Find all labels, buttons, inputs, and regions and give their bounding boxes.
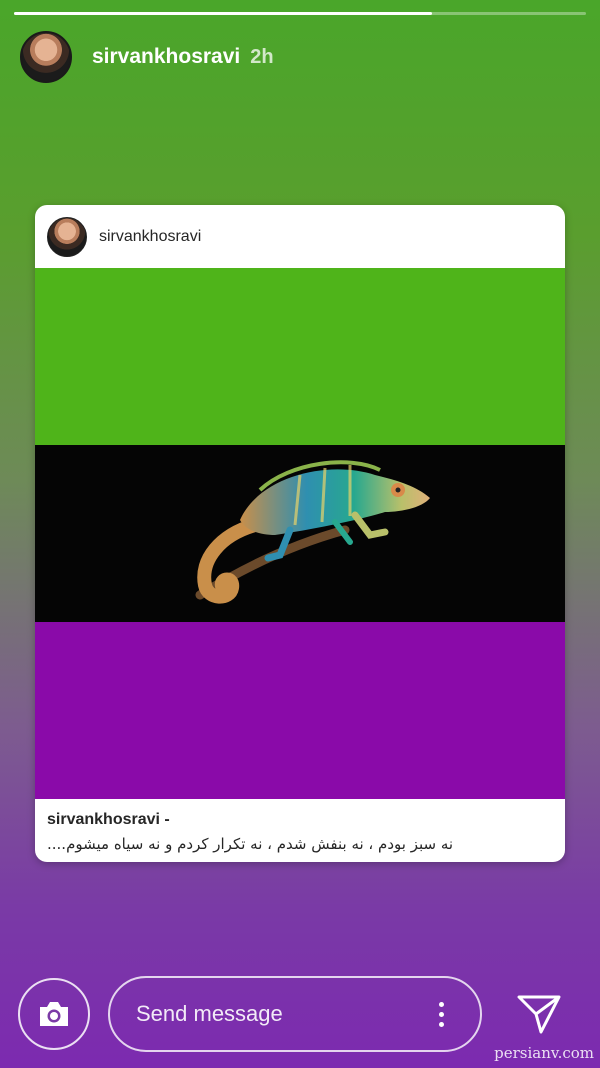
camera-button[interactable] <box>18 978 90 1050</box>
send-icon[interactable] <box>516 992 562 1036</box>
watermark: persianv.com <box>494 1044 594 1062</box>
caption-username: sirvankhosravi - <box>47 811 170 828</box>
camera-icon <box>40 1002 68 1026</box>
story-progress-fill <box>14 12 432 15</box>
story-header: sirvankhosravi 2h <box>20 30 274 84</box>
story-progress-bar <box>14 12 586 15</box>
post-header: sirvankhosravi <box>35 205 565 268</box>
post-username: sirvankhosravi <box>99 227 202 245</box>
story-username[interactable]: sirvankhosravi <box>92 45 240 69</box>
send-message-input[interactable]: Send message <box>108 976 482 1052</box>
story-timestamp: 2h <box>250 45 274 68</box>
avatar[interactable] <box>20 31 72 83</box>
post-avatar <box>47 216 87 257</box>
chameleon-image <box>195 460 430 604</box>
green-band <box>35 268 565 445</box>
more-vertical-icon[interactable] <box>426 1001 456 1027</box>
caption-text: نه سبز بودم ، نه بنفش شدم ، نه تکرار کرد… <box>47 835 454 853</box>
post-image <box>35 268 565 799</box>
shared-post-card[interactable]: sirvankhosravi sirvankhosravi - نه سبز ب… <box>35 205 565 862</box>
message-placeholder[interactable]: Send message <box>136 1001 426 1027</box>
purple-band <box>35 622 565 799</box>
post-caption: sirvankhosravi - نه سبز بودم ، نه بنفش ش… <box>35 799 565 853</box>
black-band <box>35 445 565 622</box>
